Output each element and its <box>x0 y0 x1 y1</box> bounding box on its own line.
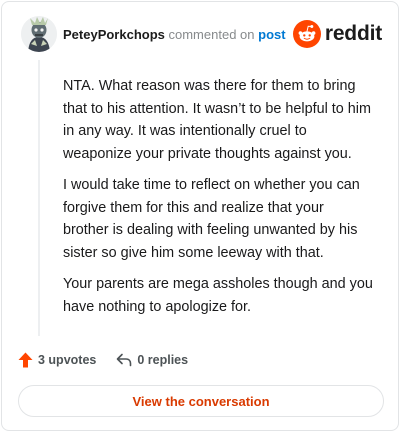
commented-on-text: commented on <box>168 27 255 42</box>
comment-header: PeteyPorkchops commented on post reddit <box>21 16 382 52</box>
reply-count: 0 replies <box>137 353 189 367</box>
comment-actions: 3 upvotes 0 replies <box>18 350 188 370</box>
reddit-snoo-icon <box>292 20 321 48</box>
view-conversation-button[interactable]: View the conversation <box>18 385 384 417</box>
reply-arrow-icon <box>117 353 132 367</box>
comment-body: NTA. What reason was there for them to b… <box>63 75 373 327</box>
comment-paragraph: I would take time to reflect on whether … <box>63 177 360 261</box>
user-avatar[interactable] <box>21 16 57 52</box>
comment-thread-line <box>38 60 40 336</box>
post-link[interactable]: post <box>258 27 285 42</box>
comment-byline: PeteyPorkchops commented on post <box>63 27 286 42</box>
embedded-comment-card: PeteyPorkchops commented on post reddit … <box>1 1 399 431</box>
upvote-button[interactable]: 3 upvotes <box>18 352 96 368</box>
reddit-wordmark: reddit <box>324 22 382 45</box>
reddit-brand[interactable]: reddit <box>292 20 382 48</box>
username-link[interactable]: PeteyPorkchops <box>63 27 165 42</box>
comment-paragraph: NTA. What reason was there for them to b… <box>63 78 371 162</box>
reply-button[interactable]: 0 replies <box>116 353 188 367</box>
upvote-count: 3 upvotes <box>38 353 97 367</box>
comment-paragraph: Your parents are mega assholes though an… <box>63 276 373 315</box>
upvote-arrow-icon <box>18 352 33 368</box>
